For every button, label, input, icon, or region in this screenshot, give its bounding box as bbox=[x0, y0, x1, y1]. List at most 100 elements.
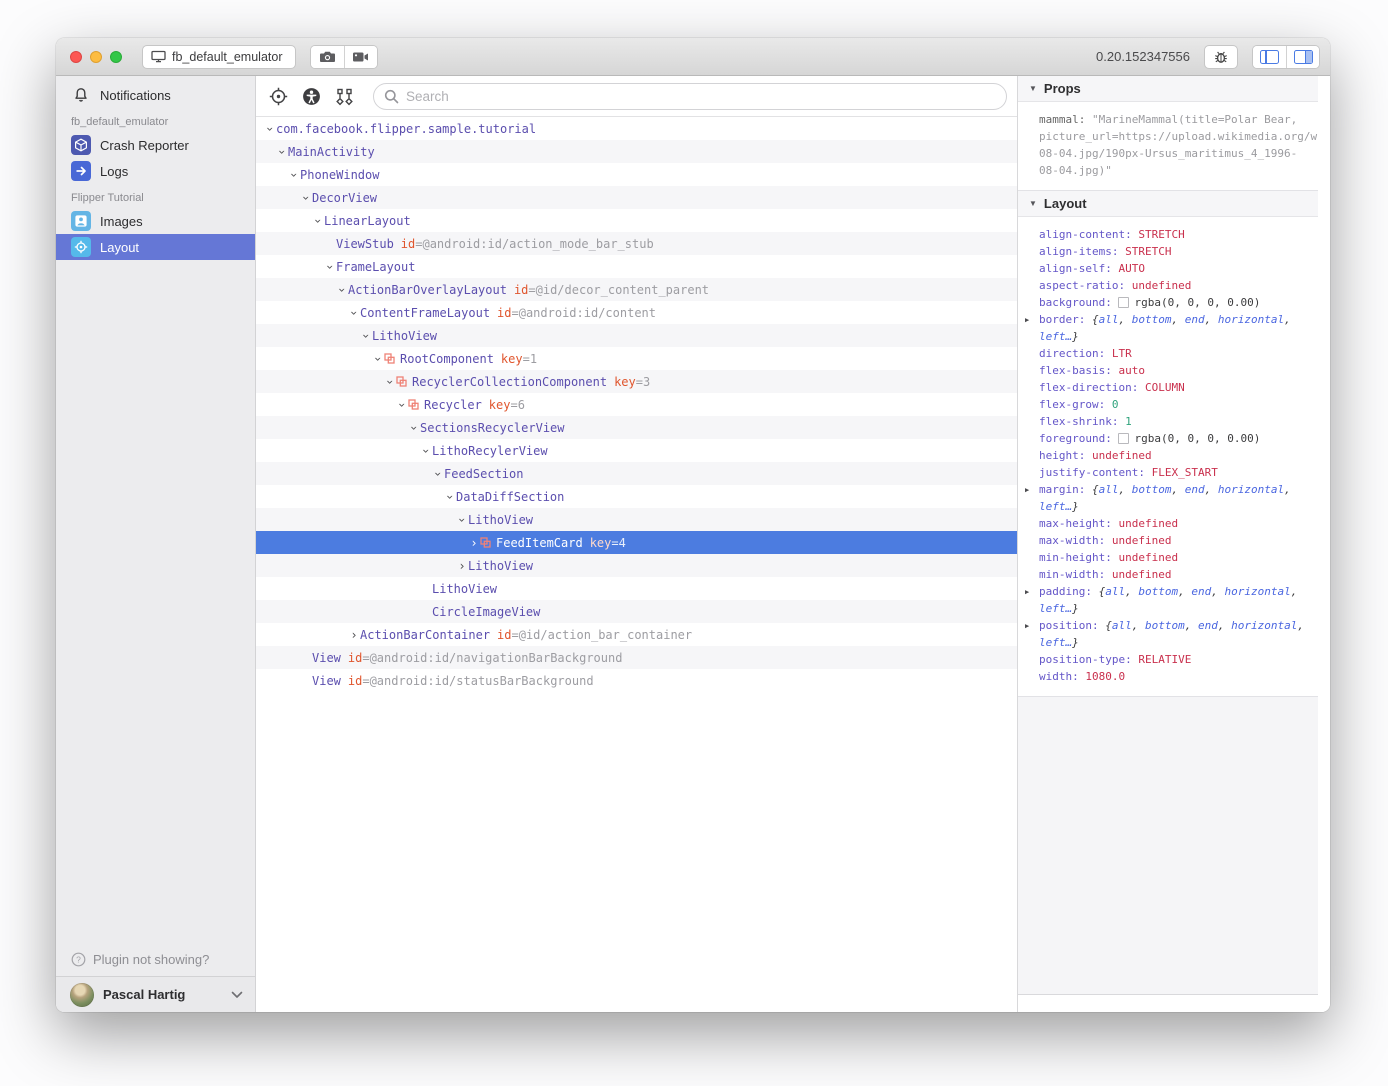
layout-prop-row: max-height: undefined bbox=[1018, 515, 1316, 532]
chevron-down-icon[interactable]: › bbox=[348, 307, 360, 319]
sidebar-item-images[interactable]: Images bbox=[56, 208, 255, 234]
expand-icon[interactable]: ▶ bbox=[1025, 482, 1029, 499]
toggle-right-panel-button[interactable] bbox=[1286, 46, 1319, 68]
layout-prop-row[interactable]: ▶position: {all, bottom, end, horizontal… bbox=[1018, 617, 1316, 651]
litho-component-icon bbox=[384, 353, 395, 364]
close-window-button[interactable] bbox=[70, 51, 82, 63]
layout-prop-key: margin: bbox=[1039, 483, 1092, 496]
chevron-down-icon[interactable]: › bbox=[372, 353, 384, 365]
device-selector[interactable]: fb_default_emulator bbox=[142, 45, 296, 69]
report-bug-button[interactable] bbox=[1204, 45, 1238, 69]
props-section-body: mammal: "MarineMammal(title=Polar Bear,p… bbox=[1018, 102, 1318, 191]
chevron-down-icon[interactable]: › bbox=[324, 261, 336, 273]
tree-node-name: PhoneWindow bbox=[300, 168, 379, 182]
tree-row[interactable]: ›ActionBarOverlayLayoutid=@id/decor_cont… bbox=[256, 278, 1017, 301]
sidebar-item-logs[interactable]: Logs bbox=[56, 158, 255, 184]
layout-prop-key: flex-basis: bbox=[1039, 364, 1118, 377]
plugin-help-link[interactable]: ? Plugin not showing? bbox=[56, 942, 255, 976]
minimize-window-button[interactable] bbox=[90, 51, 102, 63]
tree-row[interactable]: ›DataDiffSection bbox=[256, 485, 1017, 508]
tree-row[interactable]: ›ContentFrameLayoutid=@android:id/conten… bbox=[256, 301, 1017, 324]
layout-prop-row[interactable]: ▶padding: {all, bottom, end, horizontal,… bbox=[1018, 583, 1316, 617]
tree-row[interactable]: ›FrameLayout bbox=[256, 255, 1017, 278]
tree-row[interactable]: ›LithoView bbox=[256, 508, 1017, 531]
chevron-down-icon[interactable]: › bbox=[288, 169, 300, 181]
zoom-window-button[interactable] bbox=[110, 51, 122, 63]
tree-row[interactable]: ›ActionBarContainerid=@id/action_bar_con… bbox=[256, 623, 1017, 646]
chevron-down-icon[interactable]: › bbox=[408, 422, 420, 434]
chevron-down-icon[interactable]: › bbox=[432, 468, 444, 480]
sidebar-item-crash-reporter[interactable]: Crash Reporter bbox=[56, 132, 255, 158]
tree-row[interactable]: ›LinearLayout bbox=[256, 209, 1017, 232]
litho-component-icon bbox=[480, 537, 491, 548]
sidebar-item-label: Notifications bbox=[100, 88, 171, 103]
sidebar-section-header: Flipper Tutorial bbox=[56, 184, 255, 208]
sidebar-item-layout[interactable]: Layout bbox=[56, 234, 255, 260]
expand-icon[interactable]: ▶ bbox=[1025, 584, 1029, 601]
chevron-right-icon[interactable]: › bbox=[456, 560, 468, 572]
tree-row[interactable]: ›DecorView bbox=[256, 186, 1017, 209]
tree-row[interactable]: ›Recyclerkey=6 bbox=[256, 393, 1017, 416]
props-section-header[interactable]: ▼ Props bbox=[1018, 76, 1318, 102]
chevron-down-icon[interactable]: › bbox=[456, 514, 468, 526]
video-camera-icon bbox=[352, 51, 369, 63]
chevron-down-icon[interactable]: › bbox=[300, 192, 312, 204]
user-account-row[interactable]: Pascal Hartig bbox=[56, 976, 255, 1012]
chevron-down-icon[interactable]: › bbox=[360, 330, 372, 342]
layout-prop-row: max-width: undefined bbox=[1018, 532, 1316, 549]
tree-row[interactable]: Viewid=@android:id/navigationBarBackgrou… bbox=[256, 646, 1017, 669]
expand-icon[interactable]: ▶ bbox=[1025, 312, 1029, 329]
layout-prop-row: flex-grow: 0 bbox=[1018, 396, 1316, 413]
layout-prop-key: padding: bbox=[1039, 585, 1099, 598]
layout-prop-key: max-height: bbox=[1039, 517, 1118, 530]
layout-prop-key: align-self: bbox=[1039, 262, 1118, 275]
tree-row[interactable]: ›RootComponentkey=1 bbox=[256, 347, 1017, 370]
chevron-right-icon[interactable]: › bbox=[468, 537, 480, 549]
tree-node-name: RecyclerCollectionComponent bbox=[412, 375, 607, 389]
tree-row[interactable]: ›LithoView bbox=[256, 324, 1017, 347]
sidebar-item-notifications[interactable]: Notifications bbox=[56, 82, 255, 108]
layout-prop-row: flex-direction: COLUMN bbox=[1018, 379, 1316, 396]
toggle-left-panel-button[interactable] bbox=[1253, 46, 1286, 68]
search-input[interactable] bbox=[406, 89, 996, 104]
tree-row[interactable]: ›LithoView bbox=[256, 554, 1017, 577]
monitor-icon bbox=[151, 50, 166, 63]
chevron-down-icon[interactable]: › bbox=[420, 445, 432, 457]
layout-prop-row[interactable]: ▶margin: {all, bottom, end, horizontal, … bbox=[1018, 481, 1316, 515]
chevron-down-icon[interactable]: › bbox=[396, 399, 408, 411]
tree-row[interactable]: ›FeedSection bbox=[256, 462, 1017, 485]
tree-row[interactable]: ›SectionsRecyclerView bbox=[256, 416, 1017, 439]
layout-prop-row[interactable]: ▶border: {all, bottom, end, horizontal, … bbox=[1018, 311, 1316, 345]
chevron-down-icon[interactable]: › bbox=[444, 491, 456, 503]
tree-row[interactable]: ›MainActivity bbox=[256, 140, 1017, 163]
details-panel: ▼ Props mammal: "MarineMammal(title=Pola… bbox=[1017, 76, 1330, 1012]
tree-row[interactable]: ›FeedItemCardkey=4 bbox=[256, 531, 1017, 554]
camera-icon bbox=[319, 50, 336, 63]
tree-row[interactable]: ›RecyclerCollectionComponentkey=3 bbox=[256, 370, 1017, 393]
expand-icon[interactable]: ▶ bbox=[1025, 618, 1029, 635]
chevron-down-icon[interactable]: › bbox=[312, 215, 324, 227]
chevron-down-icon[interactable]: › bbox=[336, 284, 348, 296]
accessibility-mode-button[interactable] bbox=[297, 82, 325, 110]
tree-row[interactable]: ›PhoneWindow bbox=[256, 163, 1017, 186]
screen-record-button[interactable] bbox=[344, 46, 377, 68]
tree-row[interactable]: Viewid=@android:id/statusBarBackground bbox=[256, 669, 1017, 692]
tree-row[interactable]: LithoView bbox=[256, 577, 1017, 600]
expand-tree-button[interactable] bbox=[330, 82, 358, 110]
layout-section-header[interactable]: ▼ Layout bbox=[1018, 191, 1318, 217]
layout-prop-key: background: bbox=[1039, 296, 1118, 309]
tree-row[interactable]: CircleImageView bbox=[256, 600, 1017, 623]
tree-row[interactable]: ›LithoRecylerView bbox=[256, 439, 1017, 462]
screenshot-button[interactable] bbox=[311, 46, 344, 68]
layout-prop-key: align-items: bbox=[1039, 245, 1125, 258]
tree-row[interactable]: ›com.facebook.flipper.sample.tutorial bbox=[256, 117, 1017, 140]
sidebar-section-header: fb_default_emulator bbox=[56, 108, 255, 132]
chevron-down-icon[interactable]: › bbox=[276, 146, 288, 158]
tree-row[interactable]: ViewStubid=@android:id/action_mode_bar_s… bbox=[256, 232, 1017, 255]
target-mode-button[interactable] bbox=[264, 82, 292, 110]
tree-node-name: MainActivity bbox=[288, 145, 375, 159]
chevron-down-icon[interactable]: › bbox=[384, 376, 396, 388]
color-swatch bbox=[1118, 433, 1129, 444]
chevron-down-icon[interactable]: › bbox=[264, 123, 276, 135]
chevron-right-icon[interactable]: › bbox=[348, 629, 360, 641]
